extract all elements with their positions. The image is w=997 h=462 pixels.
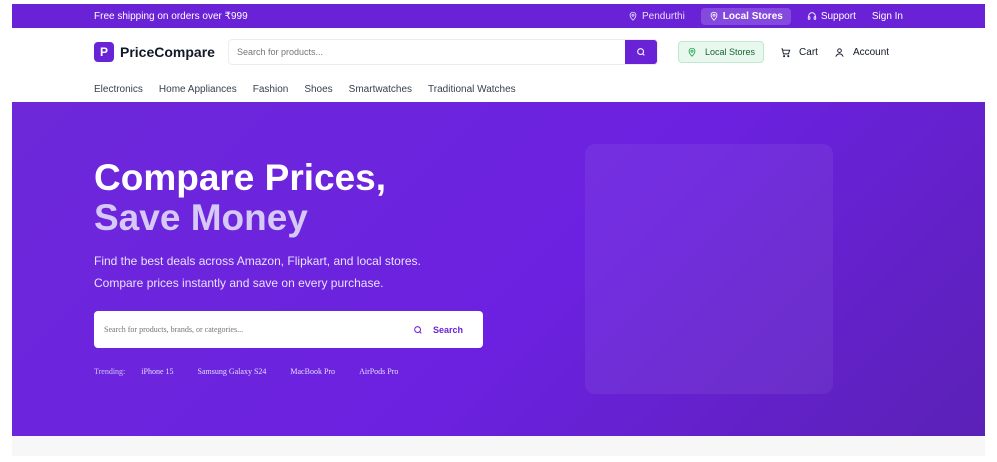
support-link[interactable]: Support (807, 11, 856, 22)
location-label: Pendurthi (641, 10, 685, 22)
category-smartwatches[interactable]: Smartwatches (349, 84, 412, 95)
category-electronics[interactable]: Electronics (94, 84, 143, 95)
headphones-icon (807, 12, 816, 20)
sign-in-link[interactable]: Sign In (872, 11, 903, 22)
search-icon (637, 48, 645, 56)
header-search-input[interactable] (229, 47, 625, 57)
header-search (228, 39, 658, 65)
category-shoes[interactable]: Shoes (304, 84, 332, 95)
hero-subtitle: Find the best deals across Amazon, Flipk… (94, 250, 494, 294)
category-fashion[interactable]: Fashion (253, 84, 289, 95)
category-traditional-watches[interactable]: Traditional Watches (428, 84, 516, 95)
shipping-promo: Free shipping on orders over ₹999 (94, 10, 248, 22)
hero-subtitle-line1: Find the best deals across Amazon, Flipk… (94, 254, 421, 268)
hero-search-button-label: Search (432, 324, 463, 335)
map-pin-icon (710, 11, 718, 21)
main-header: P PriceCompare Local Stores Cart Account (12, 28, 985, 76)
page-frame: Free shipping on orders over ₹999 Pendur… (12, 4, 985, 456)
trending-item[interactable]: AirPods Pro (359, 367, 398, 376)
hero-feature-card (585, 144, 833, 394)
content-strip (12, 436, 985, 456)
account-link[interactable]: Account (834, 47, 889, 58)
header-search-button[interactable] (625, 40, 657, 64)
local-stores-button[interactable]: Local Stores (678, 41, 765, 63)
trending-item[interactable]: MacBook Pro (290, 367, 335, 376)
user-icon (835, 47, 844, 57)
top-bar-links: Pendurthi Local Stores Support Sign In (628, 7, 903, 25)
hero-search-input[interactable] (104, 325, 413, 334)
hero-title-line1: Compare Prices, (94, 157, 387, 198)
account-label: Account (852, 46, 890, 58)
logo[interactable]: P PriceCompare (94, 42, 224, 62)
map-pin-icon (629, 11, 637, 21)
hero-subtitle-line2: Compare prices instantly and save on eve… (94, 276, 384, 290)
cart-icon (781, 47, 791, 57)
trending-item[interactable]: Samsung Galaxy S24 (198, 367, 267, 376)
location-selector[interactable]: Pendurthi (628, 11, 685, 22)
support-label: Support (820, 10, 856, 22)
trending-item[interactable]: iPhone 15 (141, 367, 173, 376)
trending-label: Trending: (94, 367, 126, 376)
local-stores-label: Local Stores (705, 47, 756, 57)
hero-title-line2: Save Money (94, 197, 308, 238)
brand-name: PriceCompare (120, 44, 215, 60)
logo-mark: P (94, 42, 114, 62)
category-nav: Electronics Home Appliances Fashion Shoe… (12, 76, 985, 102)
top-bar: Free shipping on orders over ₹999 Pendur… (12, 4, 985, 28)
cart-label: Cart (799, 46, 818, 58)
trending-list: Trending: iPhone 15 Samsung Galaxy S24 M… (94, 367, 398, 376)
hero-title: Compare Prices, Save Money (94, 158, 386, 238)
top-local-stores-link[interactable]: Local Stores (700, 7, 791, 25)
category-home-appliances[interactable]: Home Appliances (159, 84, 237, 95)
cart-link[interactable]: Cart (780, 47, 818, 58)
hero-search-button[interactable]: Search (413, 325, 463, 335)
hero-section: Compare Prices, Save Money Find the best… (12, 102, 985, 436)
search-icon (414, 325, 422, 334)
hero-search: Search (94, 311, 483, 348)
top-local-stores-label: Local Stores (722, 10, 783, 22)
map-pin-icon (688, 47, 696, 57)
